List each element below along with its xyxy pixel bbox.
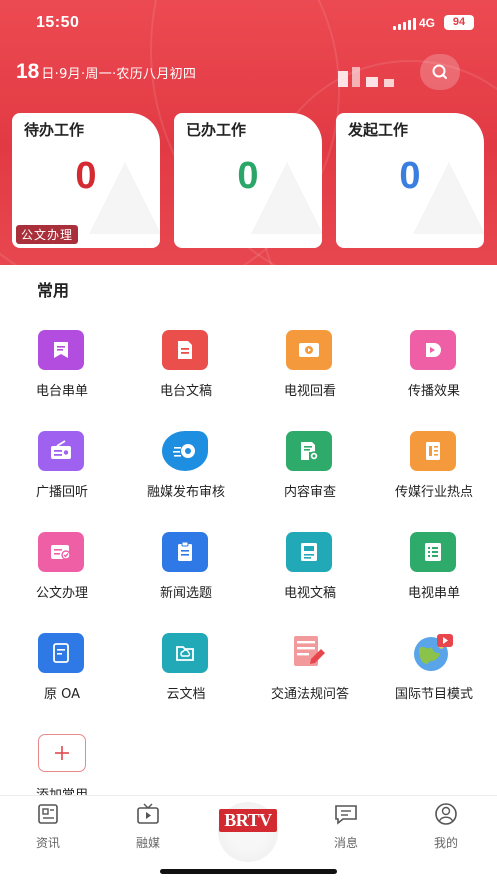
tab-news[interactable]: 资讯 <box>18 802 78 852</box>
tile-label: 传媒行业热点 <box>394 485 473 500</box>
card-title: 已办工作 <box>186 121 247 139</box>
oa-icon <box>38 633 84 673</box>
tile-label: 电视回看 <box>283 384 336 399</box>
message-icon <box>335 805 357 825</box>
section-title: 常用 <box>37 281 70 300</box>
effect-icon <box>410 330 456 370</box>
profile-icon <box>435 803 457 825</box>
tile-label: 添加常用 <box>0 784 124 795</box>
search-icon <box>432 64 447 79</box>
media-publish-icon <box>162 431 208 471</box>
tile-industry-hot[interactable]: 传媒行业热点 <box>372 431 496 521</box>
tile-label: 内容审查 <box>283 485 336 500</box>
initiated-card[interactable]: 发起工作 0 <box>336 113 484 248</box>
signal-icon <box>393 18 416 30</box>
news-icon <box>38 804 58 824</box>
doc-process-icon <box>38 532 84 572</box>
date-detail: 日·9月·周一·农历八月初四 <box>41 67 197 82</box>
news-hot-icon <box>410 431 456 471</box>
card-title: 发起工作 <box>348 121 409 139</box>
plus-icon <box>38 734 86 772</box>
tab-label: 我的 <box>433 836 458 850</box>
card-title: 待办工作 <box>24 121 85 139</box>
search-button[interactable] <box>420 54 460 90</box>
tile-label: 新闻选题 <box>159 586 212 601</box>
status-bar: 15:50 4G 94 <box>0 0 497 48</box>
battery-icon: 94 <box>444 15 474 30</box>
tile-label: 电视串单 <box>407 586 460 601</box>
tile-radio-script[interactable]: 电台文稿 <box>124 330 248 420</box>
brtv-home-button[interactable]: BRTV <box>208 800 288 862</box>
tile-effect[interactable]: 传播效果 <box>372 330 496 420</box>
radio-icon <box>38 431 84 471</box>
tile-radio-rundown[interactable]: 电台串单 <box>0 330 124 420</box>
tile-content-review[interactable]: 内容审查 <box>248 431 372 521</box>
brand-logo <box>338 67 398 89</box>
tab-media[interactable]: 融媒 <box>118 802 178 852</box>
tile-label: 电视文稿 <box>283 586 336 601</box>
tile-news-topic[interactable]: 新闻选题 <box>124 532 248 622</box>
date-line: 18 日·9月·周一·农历八月初四 <box>16 60 196 84</box>
tile-tv-script[interactable]: 电视文稿 <box>248 532 372 622</box>
tile-label: 电台串单 <box>35 384 88 399</box>
globe-icon <box>410 633 456 673</box>
bookmark-icon <box>38 330 84 370</box>
tile-add-common[interactable]: 添加常用 <box>0 734 124 795</box>
cloud-folder-icon <box>162 633 208 673</box>
status-time: 15:50 <box>36 14 80 31</box>
tile-media-publish[interactable]: 融媒发布审核 <box>124 431 248 521</box>
tv-replay-icon <box>286 330 332 370</box>
tile-legacy-oa[interactable]: 原 OA <box>0 633 124 723</box>
tile-label: 云文档 <box>166 687 206 702</box>
header-banner: 15:50 4G 94 18 日·9月·周一·农历八月初四 待办工作 0 公文办… <box>0 0 497 265</box>
common-apps-section: 常用 电台串单 电台文稿 电视回看 传播效果 广播回听 融媒发布审核 内容审查 … <box>0 265 497 795</box>
content-review-icon <box>286 431 332 471</box>
tile-intl-program[interactable]: 国际节目模式 <box>372 633 496 723</box>
list-icon <box>410 532 456 572</box>
network-type: 4G <box>419 16 436 30</box>
card-tag[interactable]: 公文办理 <box>16 225 79 244</box>
tab-label: 融媒 <box>135 836 160 850</box>
tab-messages[interactable]: 消息 <box>316 802 376 852</box>
tile-label: 广播回听 <box>35 485 88 500</box>
clipboard-icon <box>162 532 208 572</box>
tile-label: 原 OA <box>43 687 81 702</box>
card-count: 0 <box>399 155 421 197</box>
tab-label: 资讯 <box>35 836 60 850</box>
done-card[interactable]: 已办工作 0 <box>174 113 322 248</box>
tile-cloud-docs[interactable]: 云文档 <box>124 633 248 723</box>
media-icon <box>137 803 159 824</box>
home-indicator <box>160 869 337 874</box>
date-day: 18 <box>16 60 40 83</box>
brtv-logo: BRTV <box>219 808 277 832</box>
tab-label: 消息 <box>333 836 358 850</box>
tile-label: 公文办理 <box>35 586 88 601</box>
traffic-law-icon <box>286 633 332 673</box>
tile-tv-replay[interactable]: 电视回看 <box>248 330 372 420</box>
card-count: 0 <box>75 155 97 197</box>
tile-traffic-law[interactable]: 交通法规问答 <box>248 633 372 723</box>
document-icon <box>162 330 208 370</box>
tile-label: 国际节目模式 <box>394 687 473 702</box>
card-count: 0 <box>237 155 259 197</box>
tile-label: 融媒发布审核 <box>146 485 225 500</box>
todo-card[interactable]: 待办工作 0 公文办理 <box>12 113 160 248</box>
tile-doc-process[interactable]: 公文办理 <box>0 532 124 622</box>
tile-label: 传播效果 <box>407 384 460 399</box>
tv-script-icon <box>286 532 332 572</box>
tile-label: 交通法规问答 <box>270 687 349 702</box>
tab-profile[interactable]: 我的 <box>416 802 476 852</box>
tile-radio-listen[interactable]: 广播回听 <box>0 431 124 521</box>
tile-tv-rundown[interactable]: 电视串单 <box>372 532 496 622</box>
tile-label: 电台文稿 <box>159 384 212 399</box>
